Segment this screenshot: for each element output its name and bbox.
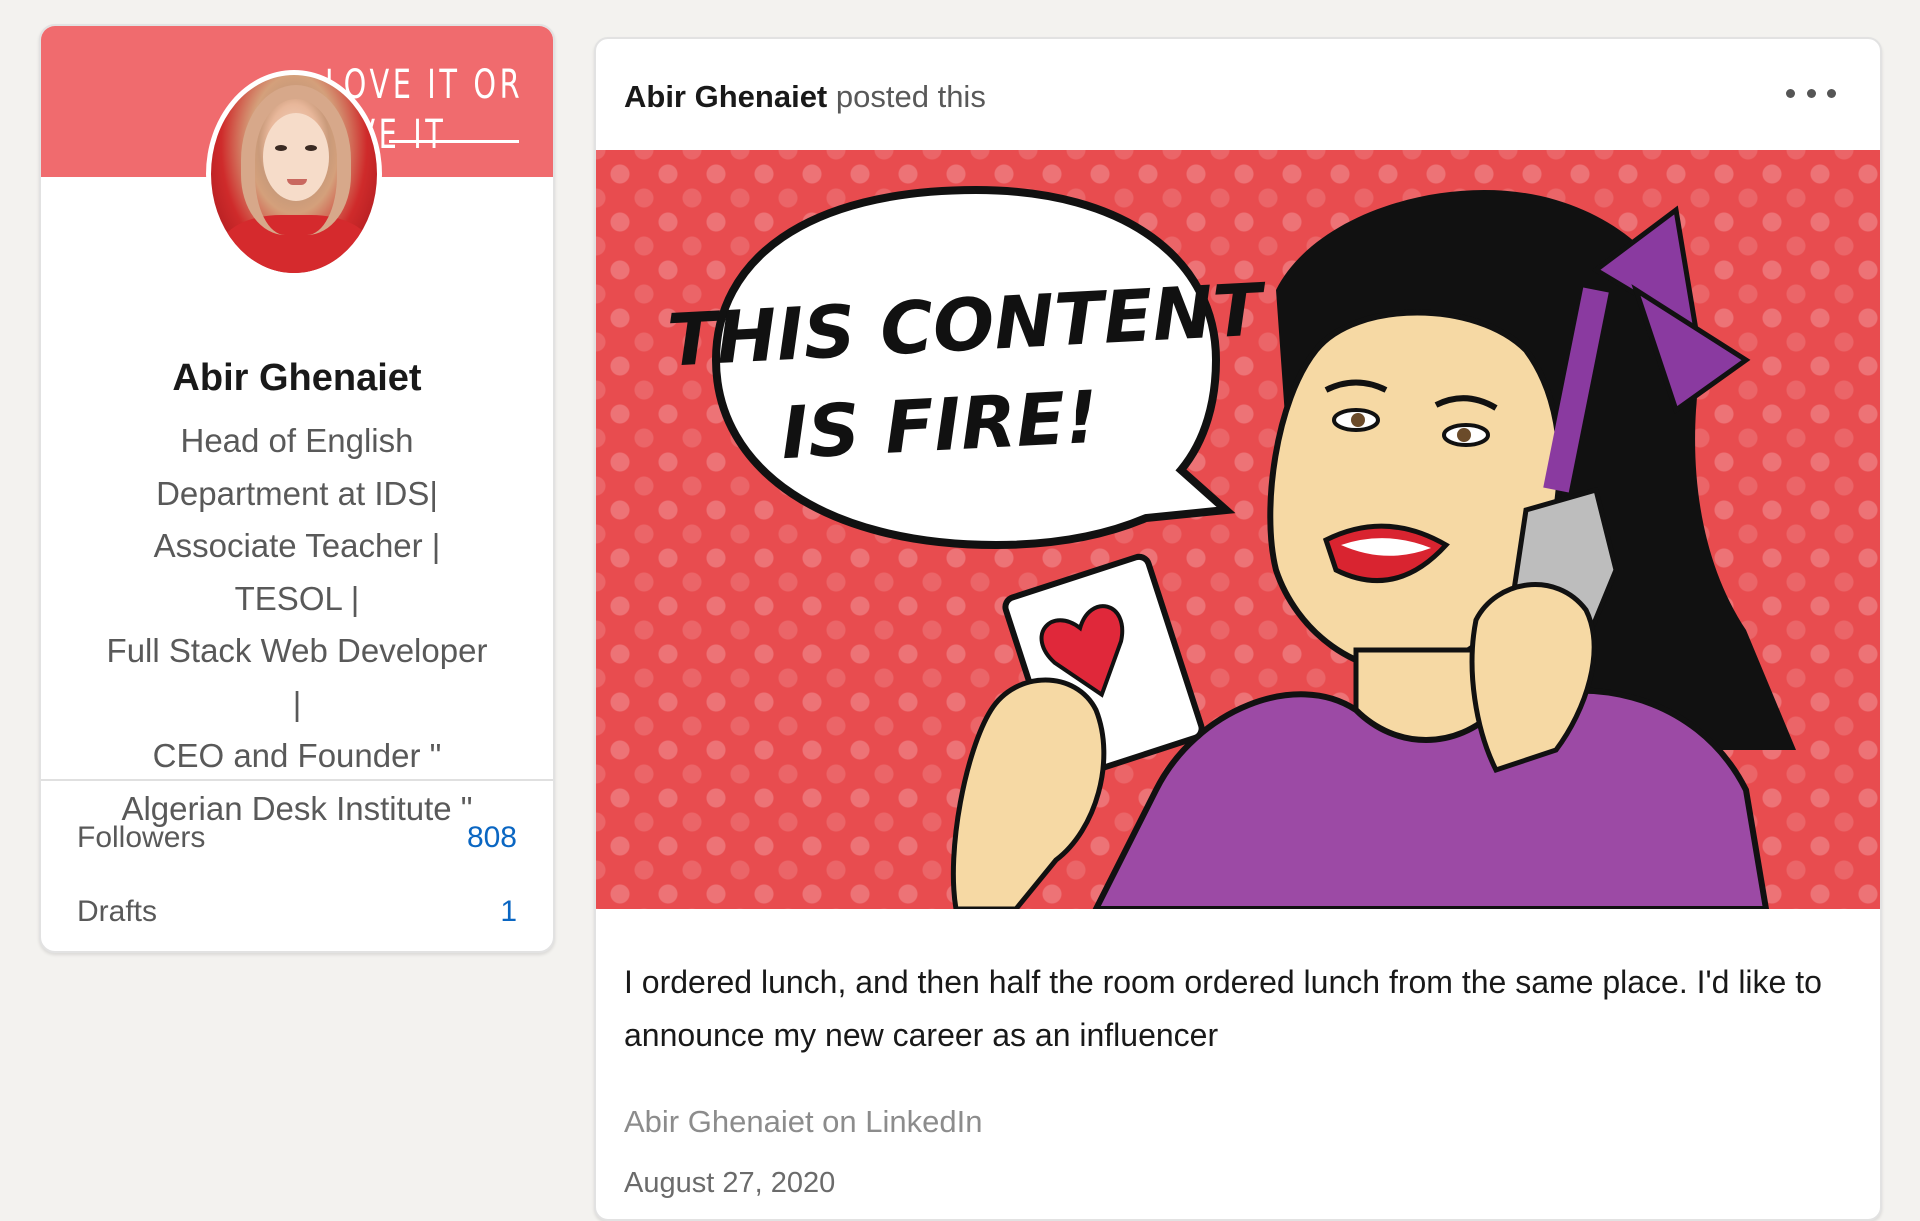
headline-line: Full Stack Web Developer | xyxy=(106,632,488,722)
post-header: Abir Ghenaiet posted this xyxy=(624,79,986,115)
followers-stat[interactable]: Followers 808 xyxy=(77,818,517,858)
profile-headline: Head of English Department at IDS| Assoc… xyxy=(101,415,493,835)
hand-holding-mug xyxy=(950,677,1107,909)
profile-divider xyxy=(41,779,553,781)
post-image[interactable]: THIS CONTENT IS FIRE! xyxy=(596,150,1880,909)
post-card: Abir Ghenaiet posted this THIS CONTENT I… xyxy=(594,37,1882,1221)
headline-line: Associate Teacher | TESOL | xyxy=(153,527,441,617)
followers-count: 808 xyxy=(466,821,517,854)
bubble-text-line2: IS FIRE! xyxy=(779,375,1100,475)
pop-art-illustration: THIS CONTENT IS FIRE! xyxy=(665,185,1796,909)
more-horizontal-icon xyxy=(1786,88,1795,98)
headline-line: Head of English xyxy=(180,422,414,459)
drafts-count: 1 xyxy=(500,895,517,928)
post-action-text: posted this xyxy=(835,79,986,114)
post-body-text: I ordered lunch, and then half the room … xyxy=(624,964,1822,1053)
avatar[interactable] xyxy=(206,70,382,278)
followers-label: Followers xyxy=(77,821,206,854)
profile-card: LOVE IT OR EAVE IT Abir Ghenaiet Head of… xyxy=(39,24,555,953)
headline-line: CEO and Founder " xyxy=(152,737,442,774)
more-options-button[interactable] xyxy=(1786,83,1836,103)
drafts-label: Drafts xyxy=(77,895,158,928)
post-date: August 27, 2020 xyxy=(624,1167,836,1199)
post-author[interactable]: Abir Ghenaiet xyxy=(624,79,827,114)
profile-name[interactable]: Abir Ghenaiet xyxy=(41,357,553,400)
drafts-stat[interactable]: Drafts 1 xyxy=(77,892,517,932)
cover-underline xyxy=(389,140,519,143)
headline-line: Department at IDS| xyxy=(156,474,438,512)
post-source[interactable]: Abir Ghenaiet on LinkedIn xyxy=(624,1104,982,1140)
